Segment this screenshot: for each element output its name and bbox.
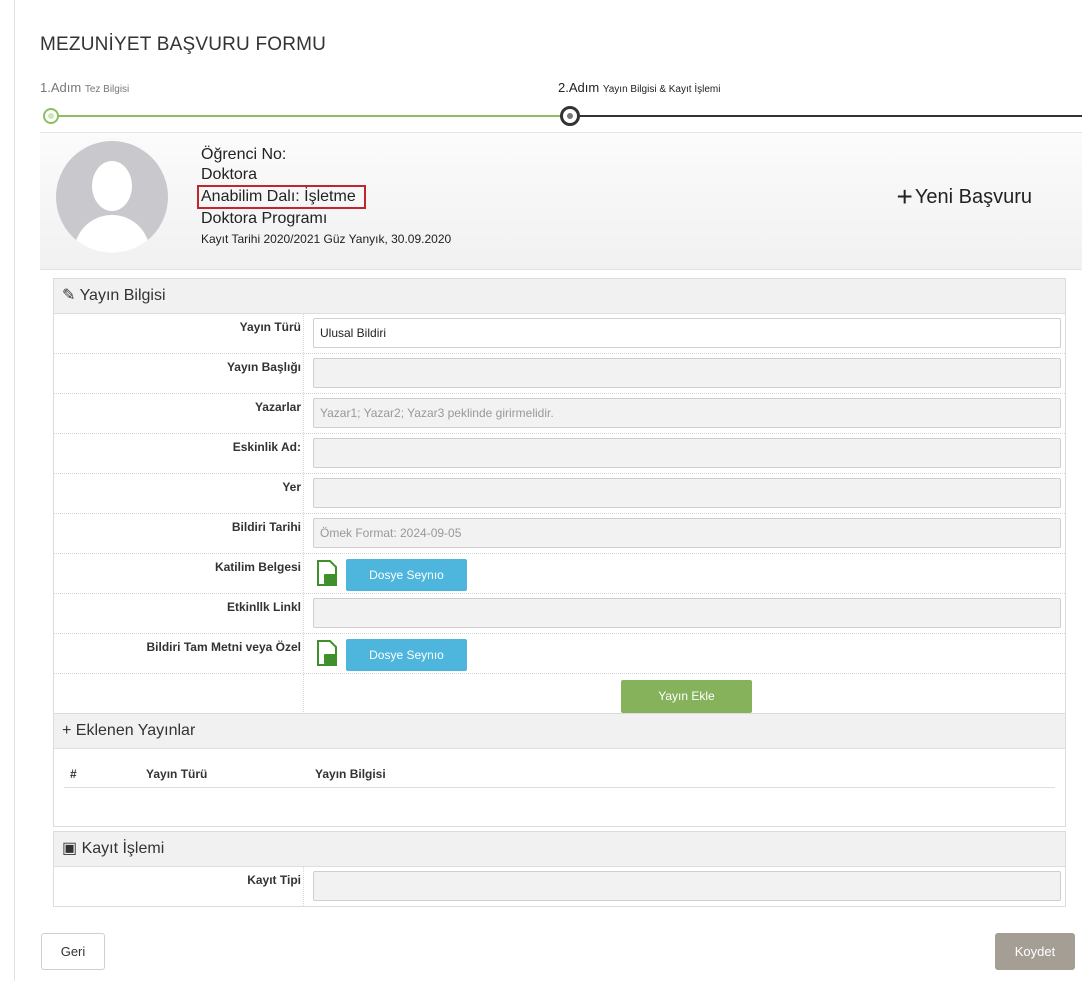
event-name-input[interactable]: [313, 438, 1061, 468]
publication-panel-header: ✎ Yayın Bilgisi: [54, 279, 1065, 314]
record-panel: ▣ Kayıt İşlemi Kayıt Tipi: [53, 831, 1066, 907]
full-text-file-button[interactable]: Dosye Seynıo: [346, 639, 467, 671]
step-1-sub: Tez Bilgisi: [84, 84, 130, 95]
record-type-label: Kayıt Tipi: [54, 867, 304, 906]
save-icon: ▣: [62, 840, 78, 857]
record-type-input[interactable]: [313, 871, 1061, 901]
column-index: #: [70, 767, 77, 781]
full-text-label: Bildiri Tam Metni veya Özel: [54, 634, 304, 673]
step-1-marker: [43, 108, 59, 124]
new-application-label: Yeni Başvuru: [914, 186, 1032, 208]
add-publication-button[interactable]: Yayın Ekle: [621, 680, 752, 713]
student-department: Anabilim Dalı: İşletme: [197, 185, 366, 209]
student-level: Doktora: [201, 166, 258, 183]
plus-icon: +: [896, 181, 913, 212]
participation-file-button[interactable]: Dosye Seynıo: [346, 559, 467, 591]
added-publications-header: + Eklenen Yayınlar: [54, 714, 1065, 749]
added-publications-table-header: # Yayın Türü Yayın Bilgisi: [54, 749, 1065, 788]
new-application-button[interactable]: + Yeni Başvuru: [897, 181, 1032, 213]
paper-date-label: Bildiri Tarihi: [54, 514, 304, 553]
paper-date-input[interactable]: Ömek Format: 2024-09-05: [313, 518, 1061, 548]
student-no: Öğrenci No:: [201, 146, 287, 163]
column-publication-type: Yayın Türü: [146, 767, 208, 781]
pencil-icon: ✎: [62, 287, 76, 304]
page-title: MEZUNİYET BAŞVURU FORMU: [40, 34, 327, 55]
added-publications-title: Eklenen Yayınlar: [75, 722, 196, 739]
empty-label-cell: [54, 674, 304, 716]
authors-input[interactable]: Yazar1; Yazar2; Yazar3 peklinde girirmel…: [313, 398, 1061, 428]
record-panel-title: Kayıt İşlemi: [81, 840, 165, 857]
student-profile: Öğrenci No: Doktora Anabilim Dalı: İşlet…: [40, 132, 1082, 270]
step-1-label: 1.Adım: [40, 80, 82, 95]
file-icon: [317, 560, 337, 586]
place-label: Yer: [54, 474, 304, 513]
step-progress-current: [574, 115, 1082, 117]
registration-date: Kayıt Tarihi 2020/2021 Güz Yanyık, 30.09…: [201, 232, 452, 246]
publication-title-input[interactable]: [313, 358, 1061, 388]
publication-type-select[interactable]: Ulusal Bildiri: [313, 318, 1061, 348]
step-1[interactable]: 1.Adım Tez Bilgisi: [40, 80, 129, 95]
column-publication-info: Yayın Bilgisi: [315, 767, 386, 781]
student-program: Doktora Programı: [201, 210, 328, 227]
publication-panel: ✎ Yayın Bilgisi Yayın Türü Ulusal Bildir…: [53, 278, 1066, 717]
file-icon: [317, 640, 337, 666]
event-link-input[interactable]: [313, 598, 1061, 628]
event-name-label: Eskinlik Ad:: [54, 434, 304, 473]
step-2-label: 2.Adım: [558, 80, 600, 95]
plus-icon: +: [62, 722, 72, 739]
event-link-label: Etkinllk Linkl: [54, 594, 304, 633]
step-2[interactable]: 2.Adım Yayın Bilgisi & Kayıt İşlemi: [558, 80, 720, 95]
avatar: [56, 141, 168, 253]
added-publications-panel: + Eklenen Yayınlar # Yayın Türü Yayın Bi…: [53, 713, 1066, 827]
authors-label: Yazarlar: [54, 394, 304, 433]
participation-cert-label: Katilim Belgesi: [54, 554, 304, 593]
step-2-marker: [560, 106, 580, 126]
record-panel-header: ▣ Kayıt İşlemi: [54, 832, 1065, 867]
publication-title-label: Yayın Başlığı: [54, 354, 304, 393]
save-button[interactable]: Koydet: [995, 933, 1075, 970]
publication-panel-title: Yayın Bilgisi: [79, 287, 166, 304]
student-info: Öğrenci No: Doktora Anabilim Dalı: İşlet…: [197, 145, 452, 249]
publication-type-label: Yayın Türü: [54, 314, 304, 353]
back-button[interactable]: Geri: [41, 933, 105, 970]
step-progress-done: [50, 115, 562, 117]
place-input[interactable]: [313, 478, 1061, 508]
step-2-sub: Yayın Bilgisi & Kayıt İşlemi: [602, 84, 721, 95]
